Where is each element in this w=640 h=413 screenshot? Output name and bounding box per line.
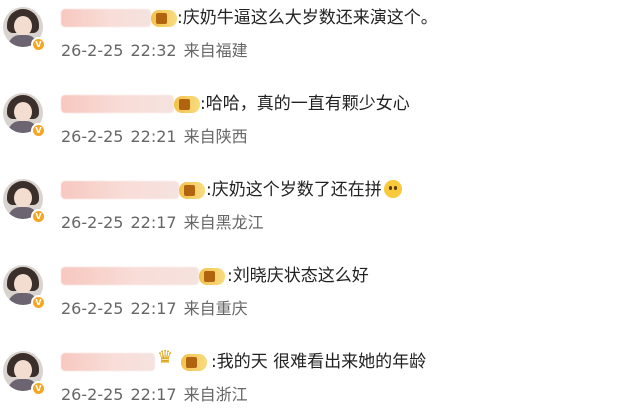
comment-item: V ♛ :我的天 很难看出来她的年龄 26-2-25 22:17 来自浙江: [0, 344, 640, 413]
vip-icon: [181, 354, 207, 371]
username-blurred[interactable]: [61, 267, 199, 285]
username-blurred[interactable]: [61, 95, 174, 113]
comment-meta: 26-2-25 22:21 来自陕西: [61, 126, 255, 148]
comment-text: :我的天 很难看出来她的年龄: [211, 352, 427, 372]
comment-date: 26-2-25: [61, 127, 124, 146]
comment-time: 22:17: [130, 385, 177, 404]
comment-item: V :庆奶这个岁数了还在拼 26-2-25 22:17 来自黑龙江: [0, 172, 640, 258]
vip-icon: [199, 268, 225, 285]
emoji-icon: [383, 180, 402, 198]
comment-location: 来自重庆: [183, 299, 248, 318]
comment-location: 来自黑龙江: [183, 213, 264, 232]
comment-item: V :刘晓庆状态这么好 26-2-25 22:17 来自重庆: [0, 258, 640, 344]
username-blurred[interactable]: [61, 181, 179, 199]
verified-icon: V: [31, 123, 46, 138]
comment-date: 26-2-25: [61, 41, 124, 60]
comment-text: :刘晓庆状态这么好: [227, 266, 369, 286]
comment-time: 22:17: [130, 213, 177, 232]
verified-icon: V: [31, 381, 46, 396]
vip-icon: [151, 10, 177, 27]
comment-location: 来自陕西: [183, 127, 248, 146]
comment-date: 26-2-25: [61, 299, 124, 318]
comment-text: :庆奶这个岁数了还在拼: [206, 178, 402, 202]
comment-date: 26-2-25: [61, 385, 124, 404]
comment-location: 来自福建: [183, 41, 248, 60]
comment-time: 22:21: [130, 127, 177, 146]
crown-icon: ♛: [157, 347, 174, 368]
comment-time: 22:32: [130, 41, 177, 60]
comment-time: 22:17: [130, 299, 177, 318]
vip-icon: [179, 182, 205, 199]
comment-item: V :庆奶牛逼这么大岁数还来演这个。 26-2-25 22:32 来自福建: [0, 0, 640, 86]
comment-meta: 26-2-25 22:17 来自黑龙江: [61, 212, 271, 234]
comment-text: :哈哈，真的一直有颗少女心: [200, 94, 410, 114]
comment-meta: 26-2-25 22:17 来自重庆: [61, 298, 255, 320]
comment-meta: 26-2-25 22:17 来自浙江: [61, 384, 255, 406]
username-blurred[interactable]: [61, 353, 155, 371]
comment-date: 26-2-25: [61, 213, 124, 232]
comment-location: 来自浙江: [183, 385, 248, 404]
verified-icon: V: [31, 295, 46, 310]
vip-icon: [174, 96, 200, 113]
comment-item: V :哈哈，真的一直有颗少女心 26-2-25 22:21 来自陕西: [0, 86, 640, 172]
verified-icon: V: [31, 209, 46, 224]
username-blurred[interactable]: [61, 9, 151, 27]
comment-meta: 26-2-25 22:32 来自福建: [61, 40, 255, 62]
verified-icon: V: [31, 37, 46, 52]
comment-text: :庆奶牛逼这么大岁数还来演这个。: [177, 8, 438, 28]
